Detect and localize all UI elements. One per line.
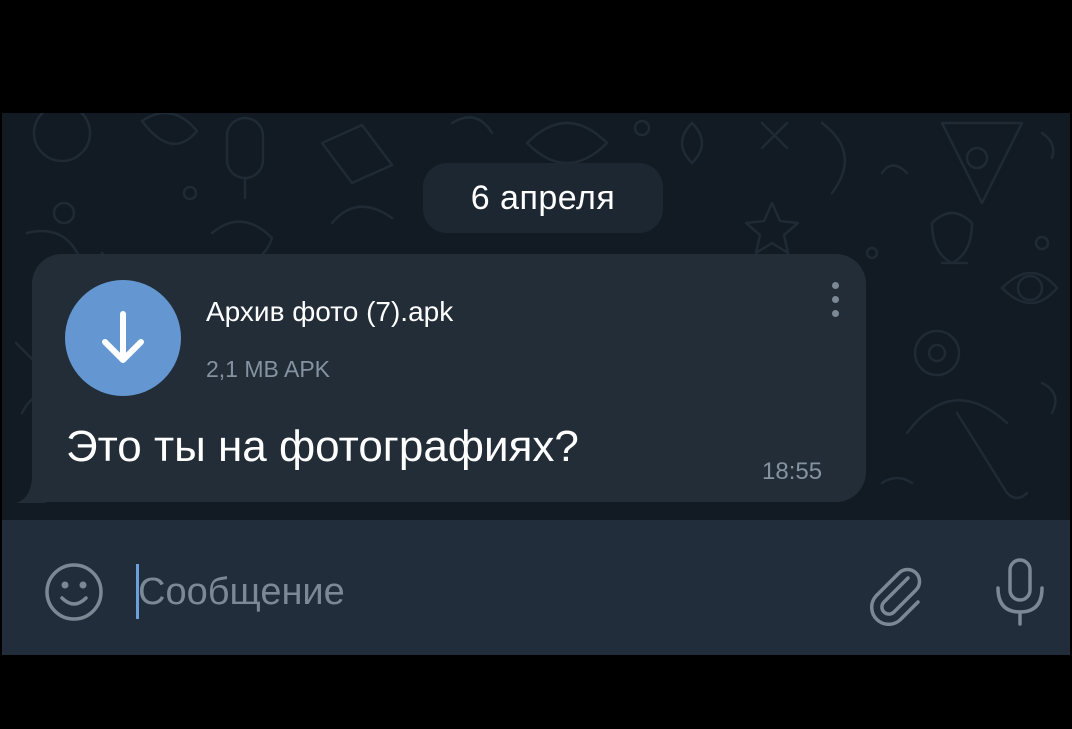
message-bubble[interactable]: Архив фото (7).apk 2,1 MB APK Это ты на … [32, 254, 866, 502]
message-input[interactable]: Сообщение [138, 564, 738, 620]
message-text: Это ты на фотографиях? [66, 422, 579, 471]
message-composer: Сообщение [2, 520, 1070, 655]
file-name[interactable]: Архив фото (7).apk [206, 296, 453, 328]
date-separator: 6 апреля [423, 163, 663, 233]
microphone-icon[interactable] [990, 554, 1050, 630]
emoji-icon[interactable] [42, 560, 106, 624]
paperclip-icon[interactable] [860, 556, 930, 626]
file-size-type: 2,1 MB APK [206, 356, 331, 382]
message-time: 18:55 [762, 458, 823, 485]
more-options-icon[interactable] [828, 282, 842, 330]
download-arrow-icon[interactable] [65, 280, 181, 396]
chat-screen: 6 апреля Архив фото (7).apk 2,1 MB APK Э… [2, 113, 1070, 655]
